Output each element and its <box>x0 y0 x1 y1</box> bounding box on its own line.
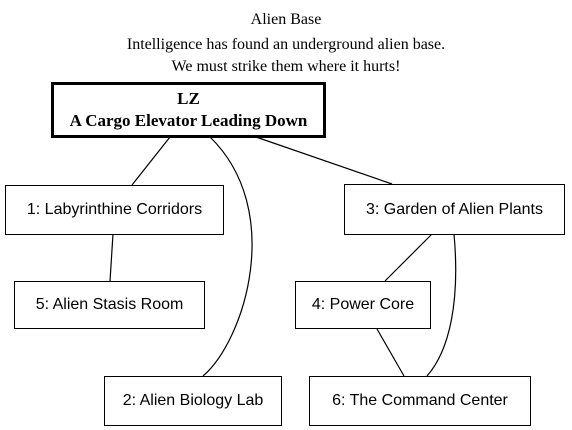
node-lz-start: LZ A Cargo Elevator Leading Down <box>51 82 326 138</box>
edge-3-to-6 <box>426 233 457 377</box>
node-6: 6: The Command Center <box>309 376 531 426</box>
edge-3-to-4 <box>384 233 433 282</box>
edge-4-to-6 <box>376 328 405 377</box>
node-3: 3: Garden of Alien Plants <box>344 184 565 235</box>
diagram-canvas: Alien Base Intelligence has found an und… <box>0 0 572 430</box>
node-lz-label: A Cargo Elevator Leading Down <box>69 111 308 130</box>
edge-1-to-5 <box>109 233 114 282</box>
edge-lz-to-1 <box>131 136 171 186</box>
node-2: 2: Alien Biology Lab <box>104 376 282 426</box>
node-4: 4: Power Core <box>295 281 431 329</box>
node-3-label: 3: Garden of Alien Plants <box>366 200 543 218</box>
node-2-label: 2: Alien Biology Lab <box>122 392 264 409</box>
node-5: 5: Alien Stasis Room <box>14 281 205 329</box>
node-1: 1: Labyrinthine Corridors <box>5 185 224 235</box>
node-4-label: 4: Power Core <box>311 296 415 313</box>
edge-lz-to-3 <box>255 136 393 185</box>
node-6-label: 6: The Command Center <box>332 392 508 409</box>
node-lz-code: LZ <box>177 89 200 108</box>
node-1-label: 1: Labyrinthine Corridors <box>26 201 203 218</box>
edge-lz-to-2 <box>202 136 253 377</box>
node-5-label: 5: Alien Stasis Room <box>35 296 184 313</box>
